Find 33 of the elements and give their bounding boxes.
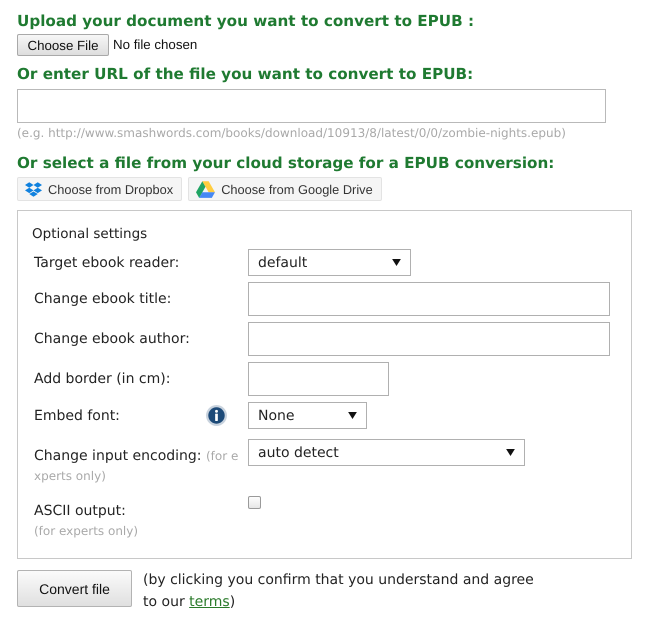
info-icon[interactable]	[206, 405, 227, 426]
section-heading: Or select a file from your cloud storage for a EPUB conversion:	[17, 153, 554, 173]
field-label: Target ebook reader:	[34, 254, 180, 272]
field-label: Change ebook author:	[34, 330, 190, 349]
dropbox-icon	[25, 182, 42, 196]
settings-title: Optional settings	[32, 225, 148, 243]
caret-icon	[506, 449, 515, 456]
terms-notice: (by clicking you confirm that you understand and agree to our terms)	[143, 571, 535, 612]
field-label: Change ebook title:	[34, 290, 172, 309]
number-field[interactable]	[248, 362, 389, 396]
section-heading: Or enter URL of the file you want to convert to EPUB:	[17, 64, 474, 84]
google-drive-icon	[196, 180, 216, 198]
terms-link[interactable]: terms	[189, 594, 230, 610]
dropdown[interactable]: default	[248, 249, 411, 276]
url-example-hint: (e.g. http://www.smashwords.com/books/download/10913/8/latest/0/0/zombie-nights.epub)	[17, 126, 566, 141]
dropdown[interactable]: None	[248, 402, 367, 429]
field-label: Change input encoding: (for experts only)	[34, 447, 240, 485]
file-status-text: No file chosen	[113, 37, 198, 53]
field-label: ASCII output: (for experts only)	[34, 502, 138, 540]
dropdown[interactable]: auto detect	[248, 439, 525, 466]
dropbox-button[interactable]: Choose from Dropbox	[17, 177, 182, 201]
caret-icon	[348, 412, 357, 419]
convert-button[interactable]: Convert file	[17, 570, 132, 607]
caret-icon	[392, 259, 401, 266]
field-label: Embed font:	[34, 406, 120, 426]
text-field[interactable]	[248, 282, 610, 316]
field-label: Add border (in cm):	[34, 370, 170, 389]
checkbox[interactable]	[248, 496, 261, 509]
choose-file-button[interactable]: Choose File	[17, 34, 109, 56]
section-heading: Upload your document you want to convert to EPUB :	[17, 11, 474, 31]
text-field[interactable]	[248, 322, 610, 356]
url-field[interactable]	[17, 89, 606, 123]
google-drive-button[interactable]: Choose from Google Drive	[188, 177, 382, 201]
